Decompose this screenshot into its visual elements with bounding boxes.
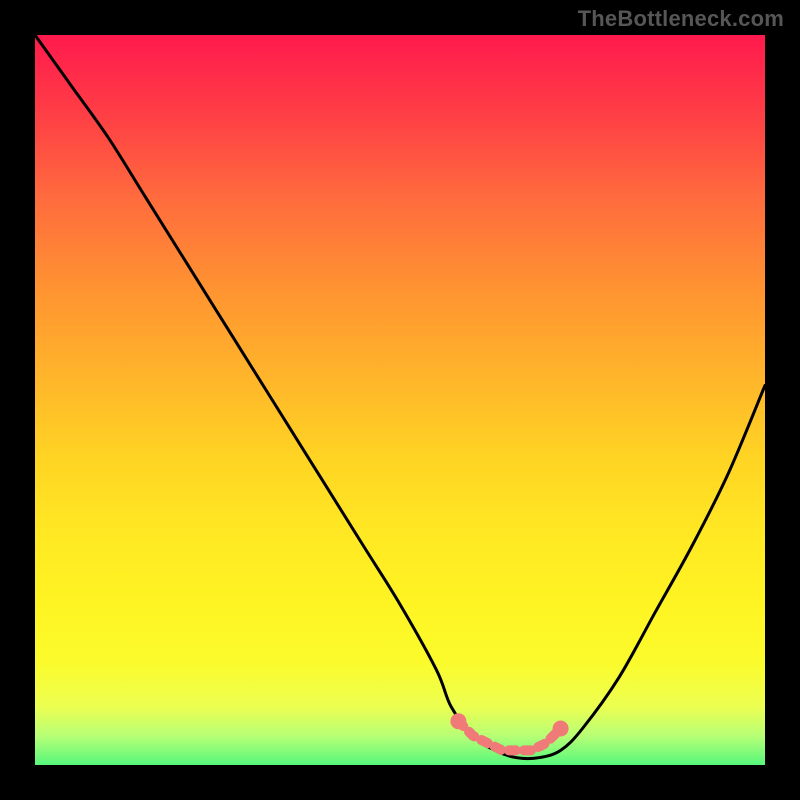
chart-frame: TheBottleneck.com [0,0,800,800]
curve-path [35,35,765,759]
bottleneck-curve [35,35,765,765]
optimal-start-dot [450,713,466,729]
optimal-end-dot [553,721,569,737]
optimal-range-markers [450,713,568,750]
optimal-range-segment [458,721,560,750]
attribution-text: TheBottleneck.com [578,6,784,32]
plot-area [35,35,765,765]
